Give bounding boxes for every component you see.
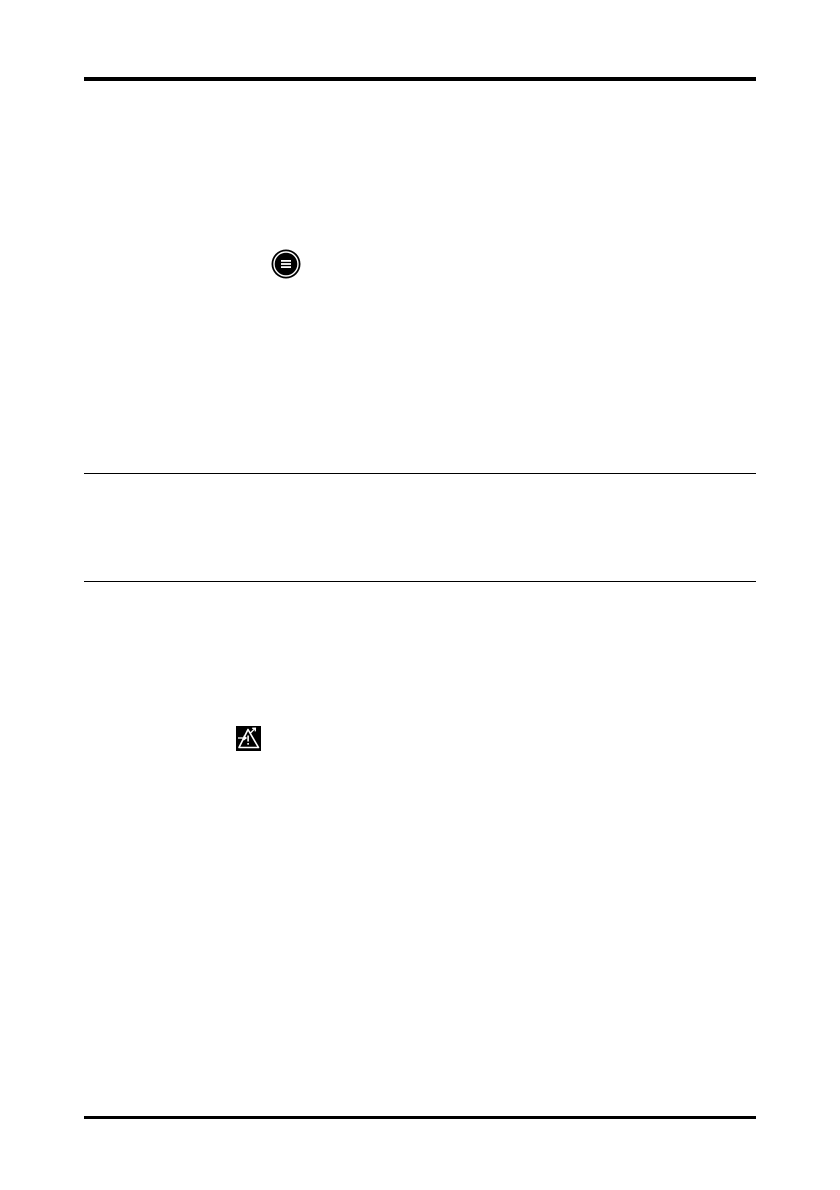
main-menu-icon [271, 249, 301, 279]
section-divider-bottom [84, 581, 756, 582]
header-rule [84, 77, 756, 81]
section-divider-top [84, 473, 756, 474]
alarm-setup-icon [236, 726, 261, 751]
footer-rule [84, 1116, 756, 1119]
